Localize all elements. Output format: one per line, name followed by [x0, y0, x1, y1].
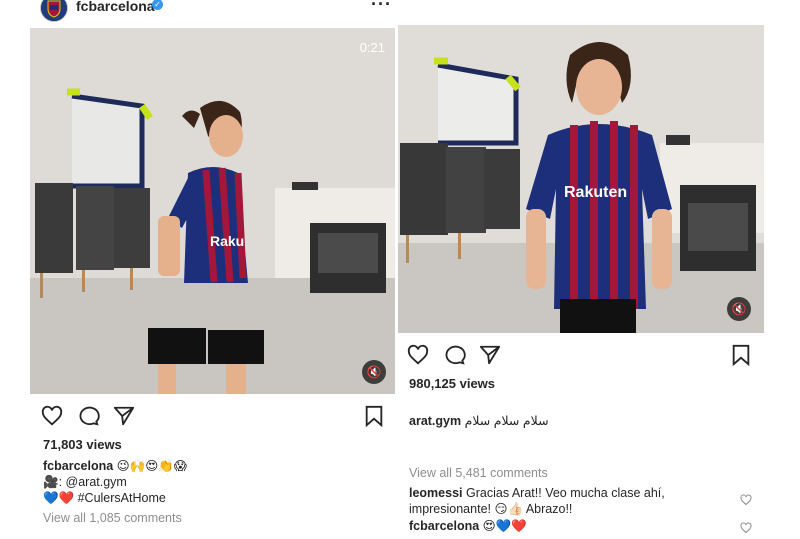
view-count: 980,125 views — [409, 376, 496, 391]
avatar[interactable] — [40, 0, 68, 22]
verified-icon: ✓ — [152, 0, 163, 10]
svg-text:Rakuten: Rakuten — [564, 184, 627, 201]
mute-icon[interactable]: 🔇 — [727, 297, 751, 321]
post-caption: arat.gym سلام سلام سلام — [409, 413, 549, 429]
comment-text: 😍💙❤️ — [482, 519, 527, 533]
heart-icon[interactable] — [41, 405, 63, 432]
heart-icon[interactable] — [407, 344, 429, 371]
heart-icon[interactable] — [740, 493, 752, 511]
heart-icon[interactable] — [740, 521, 752, 539]
post-caption: fcbarcelona 😉🙌😍👏😱 — [43, 458, 187, 474]
caption-emojis: 😉🙌😍👏😱 — [116, 459, 187, 473]
view-all-comments[interactable]: View all 1,085 comments — [43, 511, 182, 525]
comment-item: leomessi Gracias Arat!! Veo mucha clase … — [409, 485, 719, 517]
share-icon[interactable] — [479, 344, 501, 371]
comment-item: fcbarcelona 😍💙❤️ — [409, 518, 527, 534]
more-icon[interactable]: ··· — [371, 0, 392, 15]
bookmark-icon[interactable] — [363, 405, 385, 432]
comment-icon[interactable] — [78, 405, 100, 432]
post-username[interactable]: fcbarcelona — [76, 0, 155, 14]
comment-icon[interactable] — [444, 344, 466, 371]
right-post-video[interactable]: Rakuten — [398, 25, 764, 333]
caption-username[interactable]: fcbarcelona — [43, 459, 113, 473]
comment-username[interactable]: fcbarcelona — [409, 519, 479, 533]
view-count: 71,803 views — [43, 437, 122, 452]
caption-credit: 🎥: @arat.gym — [43, 475, 127, 489]
left-post-video[interactable]: Raku 0:21 — [30, 28, 395, 394]
svg-text:Raku: Raku — [210, 233, 244, 249]
video-timer: 0:21 — [359, 40, 385, 55]
mute-icon[interactable]: 🔇 — [362, 360, 386, 384]
share-icon[interactable] — [113, 405, 135, 432]
caption-hashtag[interactable]: 💙❤️ #CulersAtHome — [43, 490, 166, 506]
bookmark-icon[interactable] — [730, 344, 752, 371]
view-all-comments[interactable]: View all 5,481 comments — [409, 466, 548, 480]
caption-username[interactable]: arat.gym — [409, 414, 461, 428]
caption-text: سلام سلام سلام — [464, 414, 549, 428]
comment-username[interactable]: leomessi — [409, 486, 463, 500]
